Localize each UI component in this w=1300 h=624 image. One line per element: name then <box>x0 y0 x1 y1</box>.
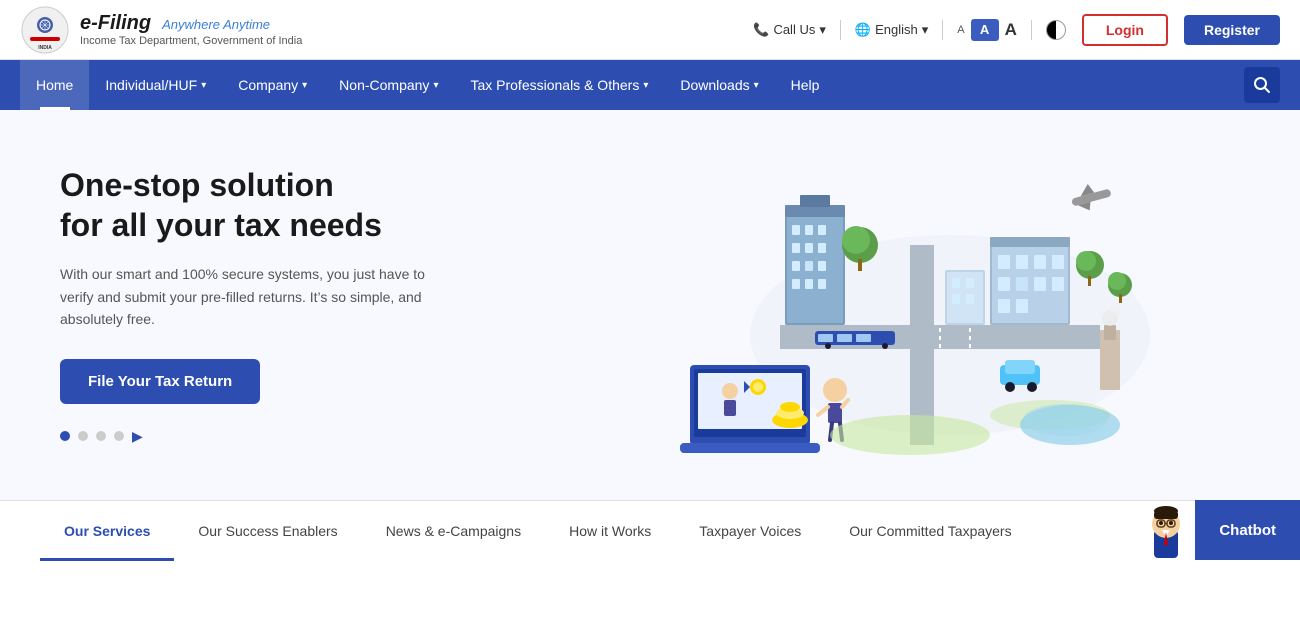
carousel-dot-4[interactable] <box>114 431 124 441</box>
nav-individual-label: Individual/HUF <box>105 77 197 93</box>
tab-news-campaigns[interactable]: News & e-Campaigns <box>362 501 545 561</box>
language-dropdown-icon: ▾ <box>922 22 929 38</box>
logo-subtitle: Income Tax Department, Government of Ind… <box>80 35 302 47</box>
chatbot-label: Chatbot <box>1219 522 1276 539</box>
tab-our-services[interactable]: Our Services <box>40 501 174 561</box>
divider-3 <box>1031 20 1032 40</box>
tab-success-enablers[interactable]: Our Success Enablers <box>174 501 361 561</box>
contrast-toggle[interactable] <box>1046 20 1066 40</box>
logo-area: INDIA e-Filing Anywhere Anytime Income T… <box>20 5 302 55</box>
bottom-tabs: Our Services Our Success Enablers News &… <box>0 500 1300 560</box>
divider-2 <box>942 20 943 40</box>
nav-items: Home Individual/HUF ▾ Company ▾ Non-Comp… <box>20 60 1244 110</box>
hero-carousel-dots: ▶ <box>60 428 540 445</box>
navbar: Home Individual/HUF ▾ Company ▾ Non-Comp… <box>0 60 1300 110</box>
header-utilities: 📞 Call Us ▾ 🌐 English ▾ A A A <box>753 19 1066 41</box>
language-label: English <box>875 22 918 37</box>
nav-home-label: Home <box>36 77 73 93</box>
nav-taxpro-label: Tax Professionals & Others <box>470 77 639 93</box>
taxpro-dropdown-icon: ▾ <box>643 80 648 91</box>
downloads-dropdown-icon: ▾ <box>754 80 759 91</box>
carousel-dot-1[interactable] <box>60 431 70 441</box>
search-icon <box>1253 76 1271 94</box>
nav-help-label: Help <box>791 77 820 93</box>
header: INDIA e-Filing Anywhere Anytime Income T… <box>0 0 1300 60</box>
tab-taxpayer-voices[interactable]: Taxpayer Voices <box>675 501 825 561</box>
text-size-controls: A A A <box>957 19 1017 41</box>
tab-taxpayer-voices-label: Taxpayer Voices <box>699 523 801 539</box>
hero-isometric-illustration <box>630 135 1150 475</box>
language-selector[interactable]: 🌐 English ▾ <box>855 22 928 38</box>
nav-noncompany-label: Non-Company <box>339 77 429 93</box>
tab-success-enablers-label: Our Success Enablers <box>198 523 337 539</box>
nav-company-label: Company <box>238 77 298 93</box>
file-tax-return-button[interactable]: File Your Tax Return <box>60 359 260 404</box>
tab-news-campaigns-label: News & e-Campaigns <box>386 523 521 539</box>
nav-item-help[interactable]: Help <box>775 60 836 110</box>
logo-emblem-icon: INDIA <box>20 5 70 55</box>
nav-item-noncompany[interactable]: Non-Company ▾ <box>323 60 454 110</box>
hero-title-line2: for all your tax needs <box>60 207 382 243</box>
tab-how-it-works-label: How it Works <box>569 523 651 539</box>
hero-section: One-stop solution for all your tax needs… <box>0 110 1300 500</box>
hero-content: One-stop solution for all your tax needs… <box>60 165 540 444</box>
login-button[interactable]: Login <box>1082 14 1168 46</box>
globe-icon: 🌐 <box>855 22 871 38</box>
individual-dropdown-icon: ▾ <box>201 80 206 91</box>
nav-item-individual[interactable]: Individual/HUF ▾ <box>89 60 222 110</box>
call-us[interactable]: 📞 Call Us ▾ <box>753 22 826 38</box>
tab-committed-taxpayers[interactable]: Our Committed Taxpayers <box>825 501 1035 561</box>
tab-committed-taxpayers-label: Our Committed Taxpayers <box>849 523 1011 539</box>
hero-description: With our smart and 100% secure systems, … <box>60 263 440 330</box>
text-size-small[interactable]: A <box>957 24 964 36</box>
tab-how-it-works[interactable]: How it Works <box>545 501 675 561</box>
logo-text: e-Filing Anywhere Anytime Income Tax Dep… <box>80 12 302 47</box>
divider-1 <box>840 20 841 40</box>
company-dropdown-icon: ▾ <box>302 80 307 91</box>
chatbot-avatar-icon <box>1144 502 1188 560</box>
hero-title-line1: One-stop solution <box>60 167 334 203</box>
logo-title-text: e-Filing <box>80 12 151 34</box>
header-right: 📞 Call Us ▾ 🌐 English ▾ A A A Login Regi… <box>753 14 1280 46</box>
hero-illustration <box>540 135 1240 475</box>
svg-text:INDIA: INDIA <box>38 45 52 51</box>
tab-our-services-label: Our Services <box>64 523 150 539</box>
nav-item-tax-professionals[interactable]: Tax Professionals & Others ▾ <box>454 60 664 110</box>
chatbot-button[interactable]: Chatbot <box>1195 500 1300 560</box>
hero-title: One-stop solution for all your tax needs <box>60 165 540 245</box>
logo-tagline: Anywhere Anytime <box>162 17 270 32</box>
nav-downloads-label: Downloads <box>680 77 749 93</box>
text-size-normal[interactable]: A <box>971 19 999 41</box>
carousel-dot-2[interactable] <box>78 431 88 441</box>
register-button[interactable]: Register <box>1184 15 1280 45</box>
logo-title: e-Filing Anywhere Anytime <box>80 12 302 35</box>
call-us-dropdown-icon: ▾ <box>819 22 826 38</box>
carousel-dot-3[interactable] <box>96 431 106 441</box>
carousel-next-icon[interactable]: ▶ <box>132 428 143 445</box>
nav-search-button[interactable] <box>1244 67 1280 103</box>
noncompany-dropdown-icon: ▾ <box>433 80 438 91</box>
phone-icon: 📞 <box>753 22 769 38</box>
text-size-large[interactable]: A <box>1005 20 1017 40</box>
nav-item-company[interactable]: Company ▾ <box>222 60 323 110</box>
nav-item-downloads[interactable]: Downloads ▾ <box>664 60 774 110</box>
call-us-label: Call Us <box>773 22 815 37</box>
nav-item-home[interactable]: Home <box>20 60 89 110</box>
